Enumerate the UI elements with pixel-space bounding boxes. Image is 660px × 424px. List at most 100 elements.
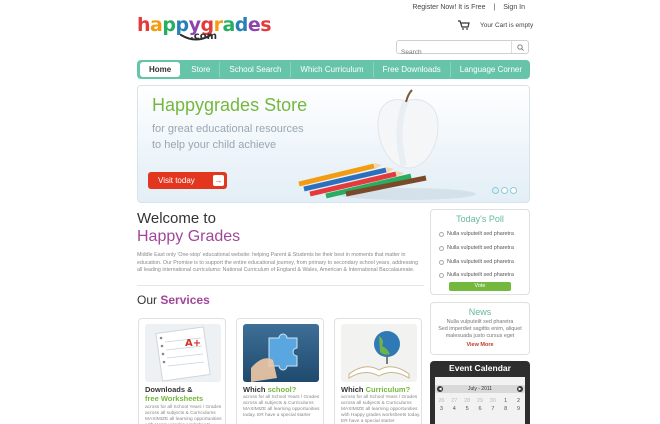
next-month-icon[interactable]: ▶ <box>517 386 523 392</box>
main-nav: Home Store School Search Which Curriculu… <box>137 60 530 79</box>
carousel-dot[interactable] <box>492 187 499 194</box>
radio-icon[interactable] <box>439 259 444 265</box>
service-card-downloads[interactable]: A+ Downloads & free Worksheets across fo… <box>138 318 226 424</box>
logo-letter: p <box>175 14 189 36</box>
calendar-day[interactable]: 3 <box>435 406 448 412</box>
nav-home[interactable]: Home <box>140 62 181 77</box>
hero-banner: Happygrades Store for great educational … <box>137 85 530 203</box>
logo-letter: a <box>150 14 163 36</box>
news-line: Nulla vulputeilt sed pharetra <box>446 319 514 325</box>
poll-option-label: Nulla vulputeilt sed pharetra <box>447 245 514 251</box>
view-more-link[interactable]: View More <box>431 342 529 348</box>
banner-title: Happygrades Store <box>152 95 308 115</box>
service-card-heading: Which school? <box>243 385 296 394</box>
radio-icon[interactable] <box>439 272 444 278</box>
vote-button[interactable]: Vote <box>449 282 511 291</box>
news-line: malesuada justo cursus eget <box>445 333 515 339</box>
service-card-heading-a: Which <box>341 385 364 394</box>
calendar-day[interactable]: 26 <box>435 398 448 404</box>
poll-option-label: Nulla vulputeilt sed pharetra <box>447 272 514 278</box>
calendar-title: Event Calendar <box>449 363 511 373</box>
calendar-day[interactable]: 27 <box>448 398 461 404</box>
calendar-day[interactable]: 9 <box>512 406 525 412</box>
welcome-heading-line1: Welcome to <box>137 210 216 227</box>
visit-today-label: Visit today <box>158 176 195 185</box>
service-card-heading-b: Curriculum? <box>365 385 411 394</box>
poll-option[interactable]: Nulla vulputeilt sed pharetra <box>439 259 514 265</box>
poll-option[interactable]: Nulla vulputeilt sed pharetra <box>439 231 514 237</box>
divider <box>137 285 424 286</box>
service-card-curriculum[interactable]: Which Curriculum? across for all School … <box>334 318 422 424</box>
carousel-dots <box>492 187 517 194</box>
visit-today-button[interactable]: Visit today → <box>148 172 227 189</box>
calendar-day[interactable]: 30 <box>486 398 499 404</box>
search-box <box>396 40 529 59</box>
calendar-days: 26 27 28 29 30 1 2 3 4 5 6 7 8 9 <box>435 398 525 412</box>
search-input[interactable] <box>397 46 507 59</box>
service-card-text: across for all School Years / Grades acr… <box>341 395 421 424</box>
poll-option[interactable]: Nulla vulputeilt sed pharetra <box>439 245 514 251</box>
signin-link[interactable]: Sign In <box>503 4 525 11</box>
welcome-heading-line2: Happy Grades <box>137 228 241 245</box>
welcome-section: Welcome to Happy Grades Middle East only… <box>137 210 422 275</box>
calendar-day[interactable]: 6 <box>474 406 487 412</box>
search-button[interactable] <box>511 41 528 53</box>
service-card-heading: Which Curriculum? <box>341 385 410 394</box>
news-text: Nulla vulputeilt sed pharetra Sed imperd… <box>431 319 529 340</box>
service-card-school[interactable]: Which school? across for all School Year… <box>236 318 324 424</box>
service-card-heading-a: Downloads & <box>145 385 193 394</box>
prev-month-icon[interactable]: ◀ <box>437 386 443 392</box>
services-heading-b: Services <box>160 293 210 307</box>
radio-icon[interactable] <box>439 231 444 237</box>
nav-store[interactable]: Store <box>182 62 221 77</box>
nav-free-downloads[interactable]: Free Downloads <box>374 62 451 77</box>
calendar-day[interactable]: 4 <box>448 406 461 412</box>
logo-letter: s <box>260 14 272 36</box>
logo-letter: e <box>247 14 261 36</box>
service-card-text: across for all School Years / Grades acr… <box>243 395 320 418</box>
register-link[interactable]: Register Now! It is Free <box>412 4 485 11</box>
puzzle-image <box>243 324 319 382</box>
calendar-day[interactable]: 7 <box>486 406 499 412</box>
nav-school-search[interactable]: School Search <box>220 62 292 77</box>
nav-language-corner[interactable]: Language Corner <box>451 62 531 77</box>
service-card-heading-b: free Worksheets <box>145 394 204 403</box>
calendar-day[interactable]: 28 <box>461 398 474 404</box>
service-card-heading-a: Which <box>243 385 266 394</box>
service-card-text: across for all School Years / Grades acr… <box>145 405 222 424</box>
apple-and-pencils-illustration <box>298 89 476 200</box>
carousel-dot[interactable] <box>501 187 508 194</box>
link-separator: | <box>493 4 496 11</box>
news-title: News <box>468 307 492 317</box>
calendar-month-label: July - 2011 <box>467 386 493 392</box>
logo-letter: d <box>234 14 249 36</box>
calendar-day[interactable]: 29 <box>474 398 487 404</box>
globe-book-image <box>341 324 417 382</box>
cart-widget[interactable]: Your Cart is empty <box>458 20 533 30</box>
cart-status: Your Cart is empty <box>480 21 534 29</box>
event-calendar: Event Calendar ◀ July - 2011 ▶ 26 27 28 29 3… <box>430 361 530 424</box>
svg-text:A+: A+ <box>185 338 201 349</box>
search-icon <box>516 43 524 51</box>
services-heading-a: Our <box>137 293 158 307</box>
service-card-heading: Downloads & free Worksheets <box>145 385 203 403</box>
welcome-body: Middle East only 'One-stop' educational … <box>137 252 419 273</box>
carousel-dot[interactable] <box>510 187 517 194</box>
worksheet-image: A+ <box>145 324 221 382</box>
radio-icon[interactable] <box>439 245 444 251</box>
calendar-day[interactable]: 2 <box>512 398 525 404</box>
cart-icon <box>458 20 470 30</box>
todays-poll: Today's Poll Nulla vulputeilt sed pharet… <box>430 209 530 295</box>
calendar-day[interactable]: 5 <box>461 406 474 412</box>
news-line: Sed imperdiet sagittis enim, aliquet <box>438 326 522 332</box>
nav-which-curriculum[interactable]: Which Curriculum <box>291 62 374 77</box>
calendar-day[interactable]: 1 <box>499 398 512 404</box>
logo-letter: h <box>137 14 151 36</box>
logo-letter: p <box>162 14 176 36</box>
poll-option-label: Nulla vulputeilt sed pharetra <box>447 259 514 265</box>
site-logo[interactable]: happygrades .com <box>137 14 272 44</box>
poll-title: Today's Poll <box>456 214 504 224</box>
calendar-day[interactable]: 8 <box>499 406 512 412</box>
page: happygrades .com Register Now! It is Fre… <box>0 0 660 424</box>
poll-option[interactable]: Nulla vulputeilt sed pharetra <box>439 272 514 278</box>
